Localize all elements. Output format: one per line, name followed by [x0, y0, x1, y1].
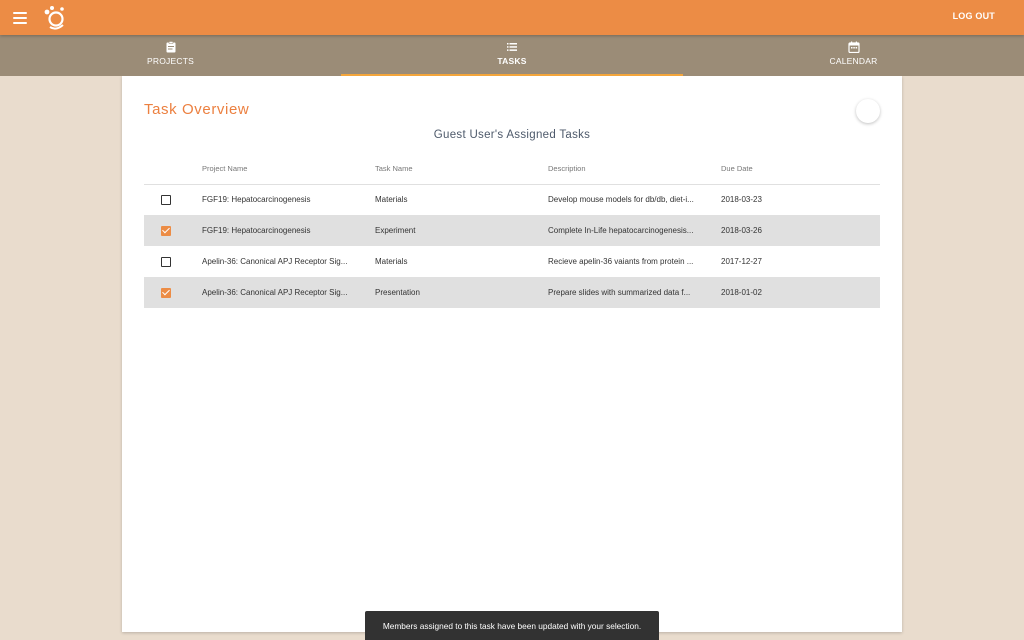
- main-nav: PROJECTS TASKS CALENDAR: [0, 35, 1024, 76]
- tasks-table: Project Name Task Name Description Due D…: [144, 154, 880, 308]
- row-checkbox[interactable]: [161, 194, 171, 205]
- cell-due-date: 2018-03-26: [721, 215, 880, 246]
- cell-task: Experiment: [375, 215, 548, 246]
- row-checkbox[interactable]: [161, 225, 171, 236]
- tab-calendar[interactable]: CALENDAR: [683, 35, 1024, 76]
- clipboard-icon: [166, 41, 175, 53]
- tab-label: PROJECTS: [147, 56, 194, 66]
- column-header-description: Description: [548, 154, 721, 185]
- cell-description: Complete In-Life hepatocarcinogenesis...: [548, 215, 721, 246]
- cell-project: FGF19: Hepatocarcinogenesis: [202, 195, 311, 205]
- cell-project: Apelin-36: Canonical APJ Receptor Sig...: [202, 277, 375, 308]
- table-subtitle: Guest User's Assigned Tasks: [433, 129, 591, 141]
- table-row[interactable]: Apelin-36: Canonical APJ Receptor Sig...…: [144, 277, 880, 308]
- calendar-icon: [847, 41, 860, 53]
- column-header-task: Task Name: [375, 154, 548, 185]
- cell-project: FGF19: Hepatocarcinogenesis: [202, 215, 375, 246]
- app-logo-icon[interactable]: [41, 4, 69, 32]
- task-overview-card: Task Overview Guest User's Assigned Task…: [122, 76, 902, 632]
- select-column-header: [144, 154, 202, 185]
- cell-task: Materials: [375, 257, 408, 266]
- snackbar: Members assigned to this task have been …: [365, 611, 659, 640]
- row-checkbox[interactable]: [161, 287, 171, 298]
- tab-projects[interactable]: PROJECTS: [0, 35, 341, 76]
- list-icon: [507, 43, 517, 51]
- action-button[interactable]: [856, 99, 880, 123]
- table-row[interactable]: FGF19: Hepatocarcinogenesis Experiment C…: [144, 215, 880, 246]
- cell-task: Materials: [375, 195, 408, 205]
- cell-due-date: 2018-01-02: [721, 277, 880, 308]
- cell-description: Develop mouse models for db/db, diet-i..…: [548, 195, 694, 205]
- cell-project: Apelin-36: Canonical APJ Receptor Sig...: [202, 257, 348, 266]
- column-header-project: Project Name: [202, 154, 375, 185]
- cell-description: Recieve apelin-36 vaiants from protein .…: [548, 257, 694, 266]
- cell-due-date: 2017-12-27: [721, 257, 762, 266]
- tab-tasks[interactable]: TASKS: [341, 35, 683, 76]
- tab-label: TASKS: [497, 56, 527, 66]
- logout-button[interactable]: LOG OUT: [953, 11, 995, 21]
- row-checkbox[interactable]: [161, 256, 171, 267]
- page-title: Task Overview: [144, 101, 250, 118]
- table-row[interactable]: Apelin-36: Canonical APJ Receptor Sig...…: [144, 246, 880, 277]
- table-header-row: Project Name Task Name Description Due D…: [144, 154, 880, 185]
- column-header-due-date: Due Date: [721, 154, 880, 185]
- cell-description: Prepare slides with summarized data f...: [548, 277, 721, 308]
- cell-task: Presentation: [375, 277, 548, 308]
- app-bar: LOG OUT: [0, 0, 1024, 35]
- menu-icon[interactable]: [13, 11, 27, 24]
- table-row[interactable]: FGF19: Hepatocarcinogenesis Materials De…: [144, 184, 880, 215]
- snackbar-message: Members assigned to this task have been …: [382, 620, 642, 631]
- cell-due-date: 2018-03-23: [721, 195, 762, 205]
- tab-label: CALENDAR: [829, 56, 878, 66]
